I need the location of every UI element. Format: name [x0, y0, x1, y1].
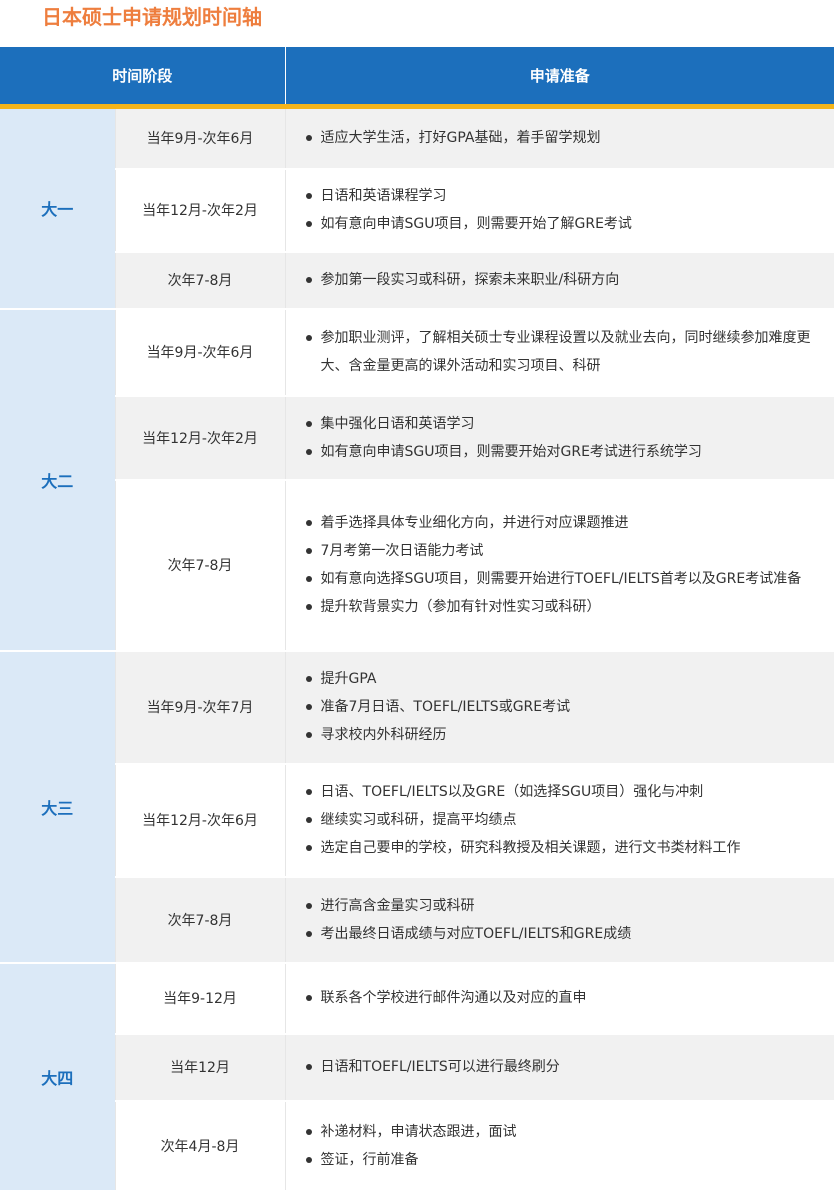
list-item: 如有意向申请SGU项目，则需要开始了解GRE考试 [304, 210, 827, 238]
prep-list: 提升GPA 准备7月日语、TOEFL/IELTS或GRE考试 寻求校内外科研经历 [304, 665, 827, 749]
prep-list: 集中强化日语和英语学习 如有意向申请SGU项目，则需要开始对GRE考试进行系统学习 [304, 410, 827, 466]
year-cell: 大二 [0, 308, 116, 652]
period-cell: 当年9月-次年7月 [115, 650, 286, 765]
period-cell: 当年12月-次年2月 [115, 168, 286, 253]
list-item: 进行高含金量实习或科研 [304, 892, 827, 920]
table-row: 大一 当年9月-次年6月 适应大学生活，打好GPA基础，着手留学规划 [0, 106, 834, 310]
prep-list: 进行高含金量实习或科研 考出最终日语成绩与对应TOEFL/IELTS和GRE成绩 [304, 892, 827, 948]
list-item: 日语和英语课程学习 [304, 182, 827, 210]
list-item: 提升GPA [304, 665, 827, 693]
list-item: 提升软背景实力（参加有针对性实习或科研） [304, 593, 827, 621]
list-item: 选定自己要申的学校，研究科教授及相关课题，进行文书类材料工作 [304, 834, 827, 862]
year-cell: 大一 [0, 106, 116, 310]
table-row: 次年7-8月 着手选择具体专业细化方向，并进行对应课题推进 7月考第一次日语能力考试… [0, 479, 834, 652]
list-item: 补递材料，申请状态跟进，面试 [304, 1118, 827, 1146]
list-item: 适应大学生活，打好GPA基础，着手留学规划 [304, 124, 827, 152]
table-row: 次年7-8月 参加第一段实习或科研，探索未来职业/科研方向 [0, 251, 834, 310]
period-cell: 次年7-8月 [115, 479, 286, 652]
list-item: 联系各个学校进行邮件沟通以及对应的直申 [304, 984, 827, 1012]
prep-cell: 进行高含金量实习或科研 考出最终日语成绩与对应TOEFL/IELTS和GRE成绩 [285, 876, 834, 964]
year-cell: 大三 [0, 650, 116, 964]
page-title: 日本硕士申请规划时间轴 [42, 5, 262, 29]
period-cell: 当年12月-次年6月 [115, 763, 286, 878]
prep-cell: 日语和TOEFL/IELTS可以进行最终刷分 [285, 1033, 834, 1102]
prep-list: 日语和英语课程学习 如有意向申请SGU项目，则需要开始了解GRE考试 [304, 182, 827, 238]
period-cell: 当年12月-次年2月 [115, 395, 286, 481]
list-item: 考出最终日语成绩与对应TOEFL/IELTS和GRE成绩 [304, 920, 827, 948]
prep-list: 参加职业测评，了解相关硕士专业课程设置以及就业去向，同时继续参加难度更大、含金量… [304, 324, 827, 380]
list-item: 参加第一段实习或科研，探索未来职业/科研方向 [304, 266, 827, 294]
list-item: 准备7月日语、TOEFL/IELTS或GRE考试 [304, 693, 827, 721]
prep-list: 适应大学生活，打好GPA基础，着手留学规划 [304, 124, 827, 152]
table-row: 当年12月 日语和TOEFL/IELTS可以进行最终刷分 [0, 1033, 834, 1102]
list-item: 集中强化日语和英语学习 [304, 410, 827, 438]
prep-list: 联系各个学校进行邮件沟通以及对应的直申 [304, 984, 827, 1012]
prep-cell: 着手选择具体专业细化方向，并进行对应课题推进 7月考第一次日语能力考试 如有意向选择… [285, 479, 834, 652]
prep-cell: 集中强化日语和英语学习 如有意向申请SGU项目，则需要开始对GRE考试进行系统学习 [285, 395, 834, 481]
prep-cell: 日语、TOEFL/IELTS以及GRE（如选择SGU项目）强化与冲刺 继续实习或科… [285, 763, 834, 878]
table-row: 当年12月-次年2月 日语和英语课程学习 如有意向申请SGU项目，则需要开始了解GR… [0, 168, 834, 253]
prep-cell: 参加第一段实习或科研，探索未来职业/科研方向 [285, 251, 834, 310]
table-row: 次年4月-8月 补递材料，申请状态跟进，面试 签证，行前准备 [0, 1100, 834, 1192]
list-item: 日语和TOEFL/IELTS可以进行最终刷分 [304, 1053, 827, 1081]
timeline-body: 大一 当年9月-次年6月 适应大学生活，打好GPA基础，着手留学规划 当年12月-次年… [0, 106, 834, 1192]
header-prep: 申请准备 [284, 47, 834, 109]
table-row: 当年12月-次年6月 日语、TOEFL/IELTS以及GRE（如选择SGU项目）强… [0, 763, 834, 878]
prep-cell: 适应大学生活，打好GPA基础，着手留学规划 [285, 106, 834, 170]
prep-list: 补递材料，申请状态跟进，面试 签证，行前准备 [304, 1118, 827, 1174]
list-item: 继续实习或科研，提高平均绩点 [304, 806, 827, 834]
list-item: 寻求校内外科研经历 [304, 721, 827, 749]
period-cell: 当年12月 [115, 1033, 286, 1102]
table-row: 当年12月-次年2月 集中强化日语和英语学习 如有意向申请SGU项目，则需要开始对G… [0, 395, 834, 481]
table-row: 大四 当年9-12月 联系各个学校进行邮件沟通以及对应的直申 [0, 962, 834, 1192]
list-item: 参加职业测评，了解相关硕士专业课程设置以及就业去向，同时继续参加难度更大、含金量… [304, 324, 827, 380]
table-row: 次年7-8月 进行高含金量实习或科研 考出最终日语成绩与对应TOEFL/IELTS和… [0, 876, 834, 964]
period-cell: 次年7-8月 [115, 876, 286, 964]
list-item: 如有意向选择SGU项目，则需要开始进行TOEFL/IELTS首考以及GRE考试准… [304, 565, 827, 593]
period-cell: 当年9月-次年6月 [115, 308, 286, 397]
prep-list: 参加第一段实习或科研，探索未来职业/科研方向 [304, 266, 827, 294]
list-item: 如有意向申请SGU项目，则需要开始对GRE考试进行系统学习 [304, 438, 827, 466]
period-cell: 次年4月-8月 [115, 1100, 286, 1192]
prep-cell: 日语和英语课程学习 如有意向申请SGU项目，则需要开始了解GRE考试 [285, 168, 834, 253]
prep-list: 日语和TOEFL/IELTS可以进行最终刷分 [304, 1053, 827, 1081]
prep-cell: 提升GPA 准备7月日语、TOEFL/IELTS或GRE考试 寻求校内外科研经历 [285, 650, 834, 765]
header-period: 时间阶段 [0, 47, 286, 109]
period-cell: 次年7-8月 [115, 251, 286, 310]
prep-list: 日语、TOEFL/IELTS以及GRE（如选择SGU项目）强化与冲刺 继续实习或科… [304, 778, 827, 862]
table-header-row: 时间阶段 申请准备 [0, 47, 834, 109]
timeline-table: 时间阶段 申请准备 大一 当年9月-次年6月 适应大学生活，打好GPA基础，着手留学… [0, 47, 834, 1192]
prep-cell: 参加职业测评，了解相关硕士专业课程设置以及就业去向，同时继续参加难度更大、含金量… [285, 308, 834, 397]
table-row: 大三 当年9月-次年7月 提升GPA 准备7月日语、TOEFL/IELTS或GRE考试… [0, 650, 834, 964]
list-item: 着手选择具体专业细化方向，并进行对应课题推进 [304, 509, 827, 537]
period-cell: 当年9-12月 [115, 962, 286, 1035]
list-item: 7月考第一次日语能力考试 [304, 537, 827, 565]
prep-cell: 补递材料，申请状态跟进，面试 签证，行前准备 [285, 1100, 834, 1192]
list-item: 签证，行前准备 [304, 1146, 827, 1174]
table-row: 大二 当年9月-次年6月 参加职业测评，了解相关硕士专业课程设置以及就业去向，同时继… [0, 308, 834, 652]
prep-list: 着手选择具体专业细化方向，并进行对应课题推进 7月考第一次日语能力考试 如有意向选择… [304, 509, 827, 621]
prep-cell: 联系各个学校进行邮件沟通以及对应的直申 [285, 962, 834, 1035]
period-cell: 当年9月-次年6月 [115, 106, 286, 170]
year-cell: 大四 [0, 962, 116, 1192]
list-item: 日语、TOEFL/IELTS以及GRE（如选择SGU项目）强化与冲刺 [304, 778, 827, 806]
